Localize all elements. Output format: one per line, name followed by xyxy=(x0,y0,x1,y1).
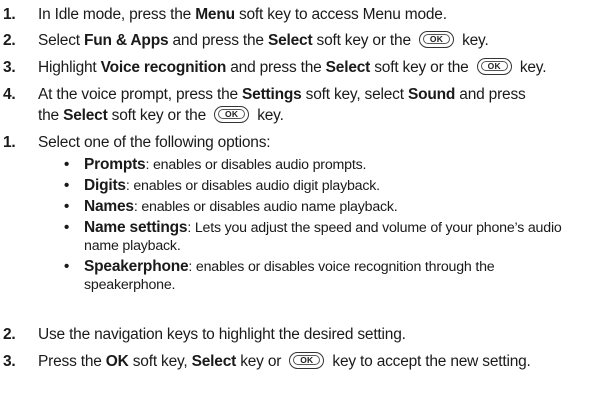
bullet-icon: • xyxy=(64,198,70,215)
select-softkey-term: Select xyxy=(325,59,371,76)
step-number: 3. xyxy=(3,353,16,370)
step-text: At the voice prompt, press the Settings … xyxy=(38,86,526,124)
sound-term: Sound xyxy=(407,86,456,103)
step-text: In Idle mode, press the Menu soft key to… xyxy=(38,6,447,23)
step-number: 4. xyxy=(3,86,16,103)
ok-key-icon: OK xyxy=(289,351,325,369)
ok-key-icon: OK xyxy=(418,30,454,48)
option-label: Name settings xyxy=(84,219,188,236)
settings-softkey-term: Settings xyxy=(242,86,302,103)
step-text: Select Fun & Apps and press the Select s… xyxy=(38,30,489,49)
step-number: 3. xyxy=(3,59,16,76)
voice-recognition-term: Voice recognition xyxy=(100,59,227,76)
ok-key-icon: OK xyxy=(214,105,250,123)
select-key-term: Select xyxy=(191,353,237,370)
step-number: 1. xyxy=(3,6,16,23)
fun-apps-term: Fun & Apps xyxy=(84,32,169,49)
step-text: Use the navigation keys to highlight the… xyxy=(38,326,406,343)
step-number: 1. xyxy=(3,134,16,151)
option-label: Digits xyxy=(84,177,126,194)
select-softkey-term: Select xyxy=(267,32,313,49)
instruction-document: 1. In Idle mode, press the Menu soft key… xyxy=(3,6,562,370)
option-label: Names xyxy=(84,198,134,215)
bullet-icon: • xyxy=(64,258,70,275)
step-number: 2. xyxy=(3,32,16,49)
option-label: Speakerphone xyxy=(84,258,189,275)
step-text: Select one of the following options: xyxy=(38,134,271,151)
select-softkey-term: Select xyxy=(63,107,108,124)
bullet-icon: • xyxy=(64,156,70,173)
ok-softkey-term: OK xyxy=(105,353,129,370)
step-number: 2. xyxy=(3,326,16,343)
option-label: Prompts xyxy=(84,156,146,173)
bullet-icon: • xyxy=(64,177,70,194)
step-text: Highlight Voice recognition and press th… xyxy=(38,57,547,76)
ok-key-icon: OK xyxy=(476,57,512,75)
bullet-icon: • xyxy=(64,219,70,236)
menu-softkey-term: Menu xyxy=(195,6,235,23)
step-text: Press the OK soft key, Select key or OK … xyxy=(38,351,531,370)
